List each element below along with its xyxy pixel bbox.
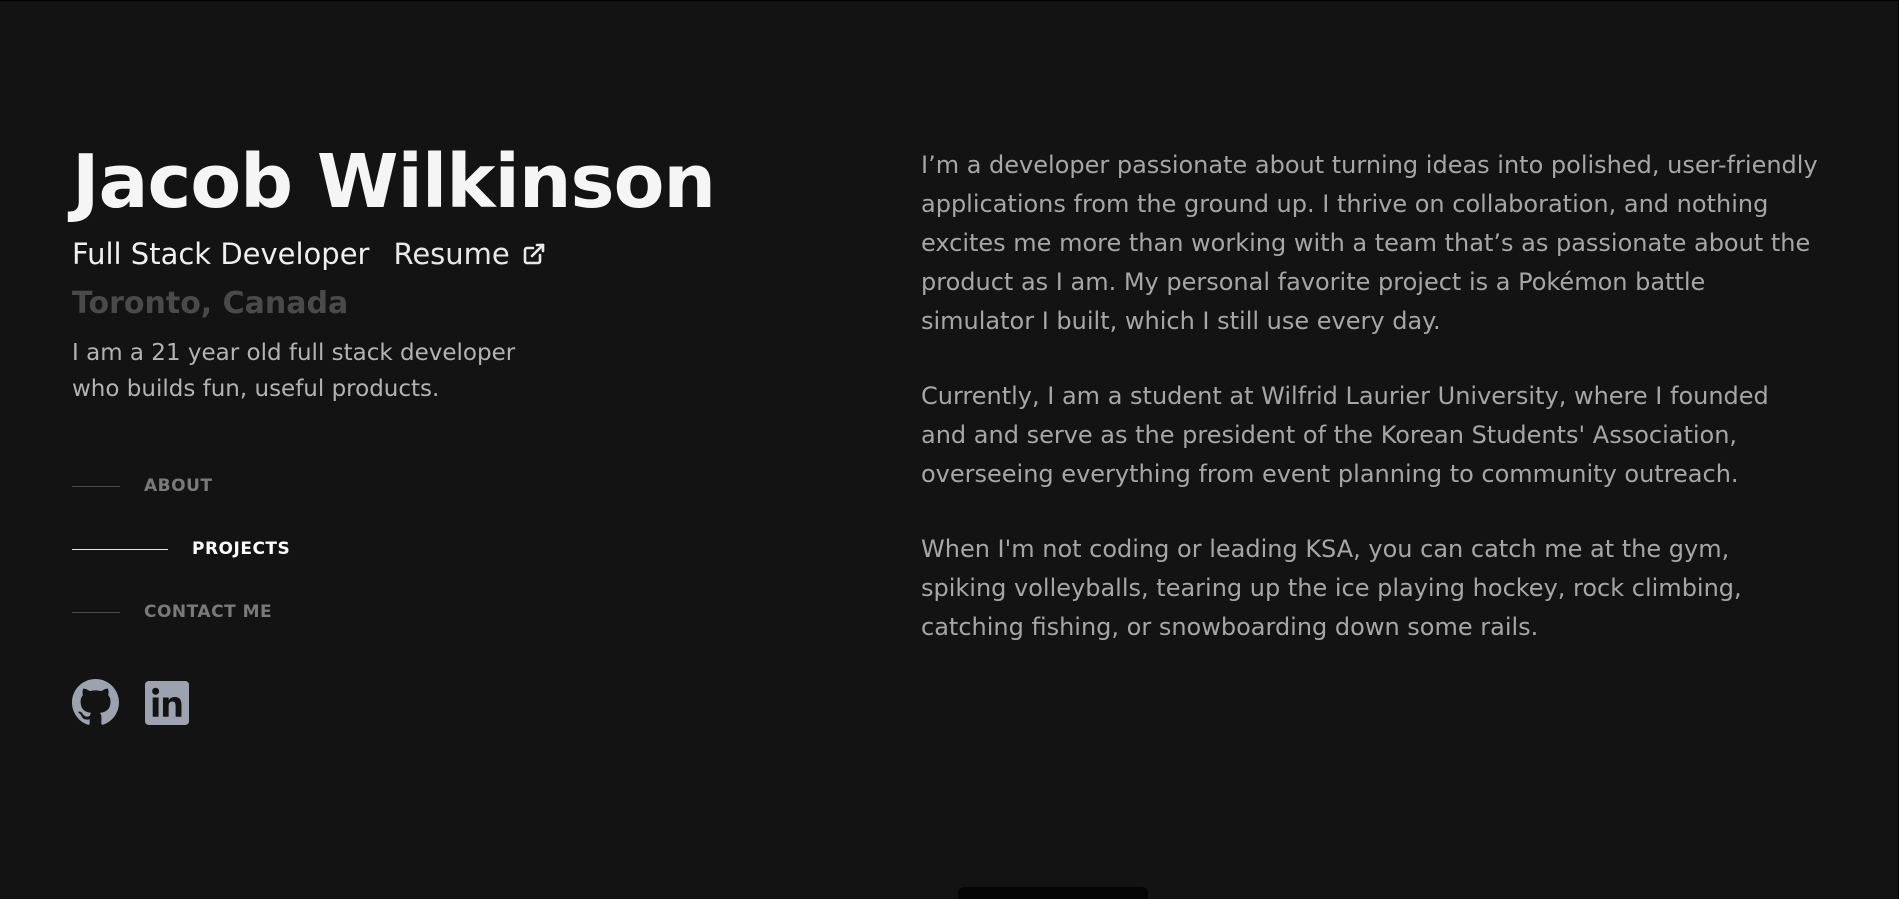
nav-item-projects[interactable]: PROJECTS [72,534,772,564]
social-links [72,679,772,726]
about-paragraph: Currently, I am a student at Wilfrid Lau… [921,382,1769,488]
external-link-icon [523,243,545,265]
linkedin-link[interactable] [145,680,189,725]
resume-label: Resume [393,237,510,271]
bottom-overlay-bar [958,887,1148,899]
github-link[interactable] [72,679,119,726]
nav-item-contact[interactable]: CONTACT ME [72,597,772,627]
linkedin-icon [145,680,189,725]
about-paragraph: When I'm not coding or leading KSA, you … [921,535,1742,641]
section-nav: ABOUT PROJECTS CONTACT ME [72,471,772,627]
about-section: I’m a developer passionate about turning… [921,146,1821,683]
about-paragraph: I’m a developer passionate about turning… [921,151,1818,335]
location: Toronto, Canada [72,286,349,321]
subtitle-row: Full Stack Developer Resume [72,234,772,274]
github-icon [72,679,119,725]
tagline: I am a 21 year old full stack developer … [72,340,516,402]
portfolio-page: Jacob Wilkinson Full Stack Developer Res… [0,1,1898,899]
nav-label-projects: PROJECTS [192,539,291,559]
resume-link[interactable]: Resume [393,237,545,271]
nav-indicator-line [72,611,120,613]
nav-indicator-line [72,548,168,550]
nav-indicator-line [72,485,120,487]
profile-column: Jacob Wilkinson Full Stack Developer Res… [72,136,772,726]
page-title: Jacob Wilkinson [72,139,716,225]
nav-label-about: ABOUT [144,476,213,496]
nav-item-about[interactable]: ABOUT [72,471,772,501]
job-title: Full Stack Developer [72,237,370,271]
nav-label-contact: CONTACT ME [144,602,273,622]
